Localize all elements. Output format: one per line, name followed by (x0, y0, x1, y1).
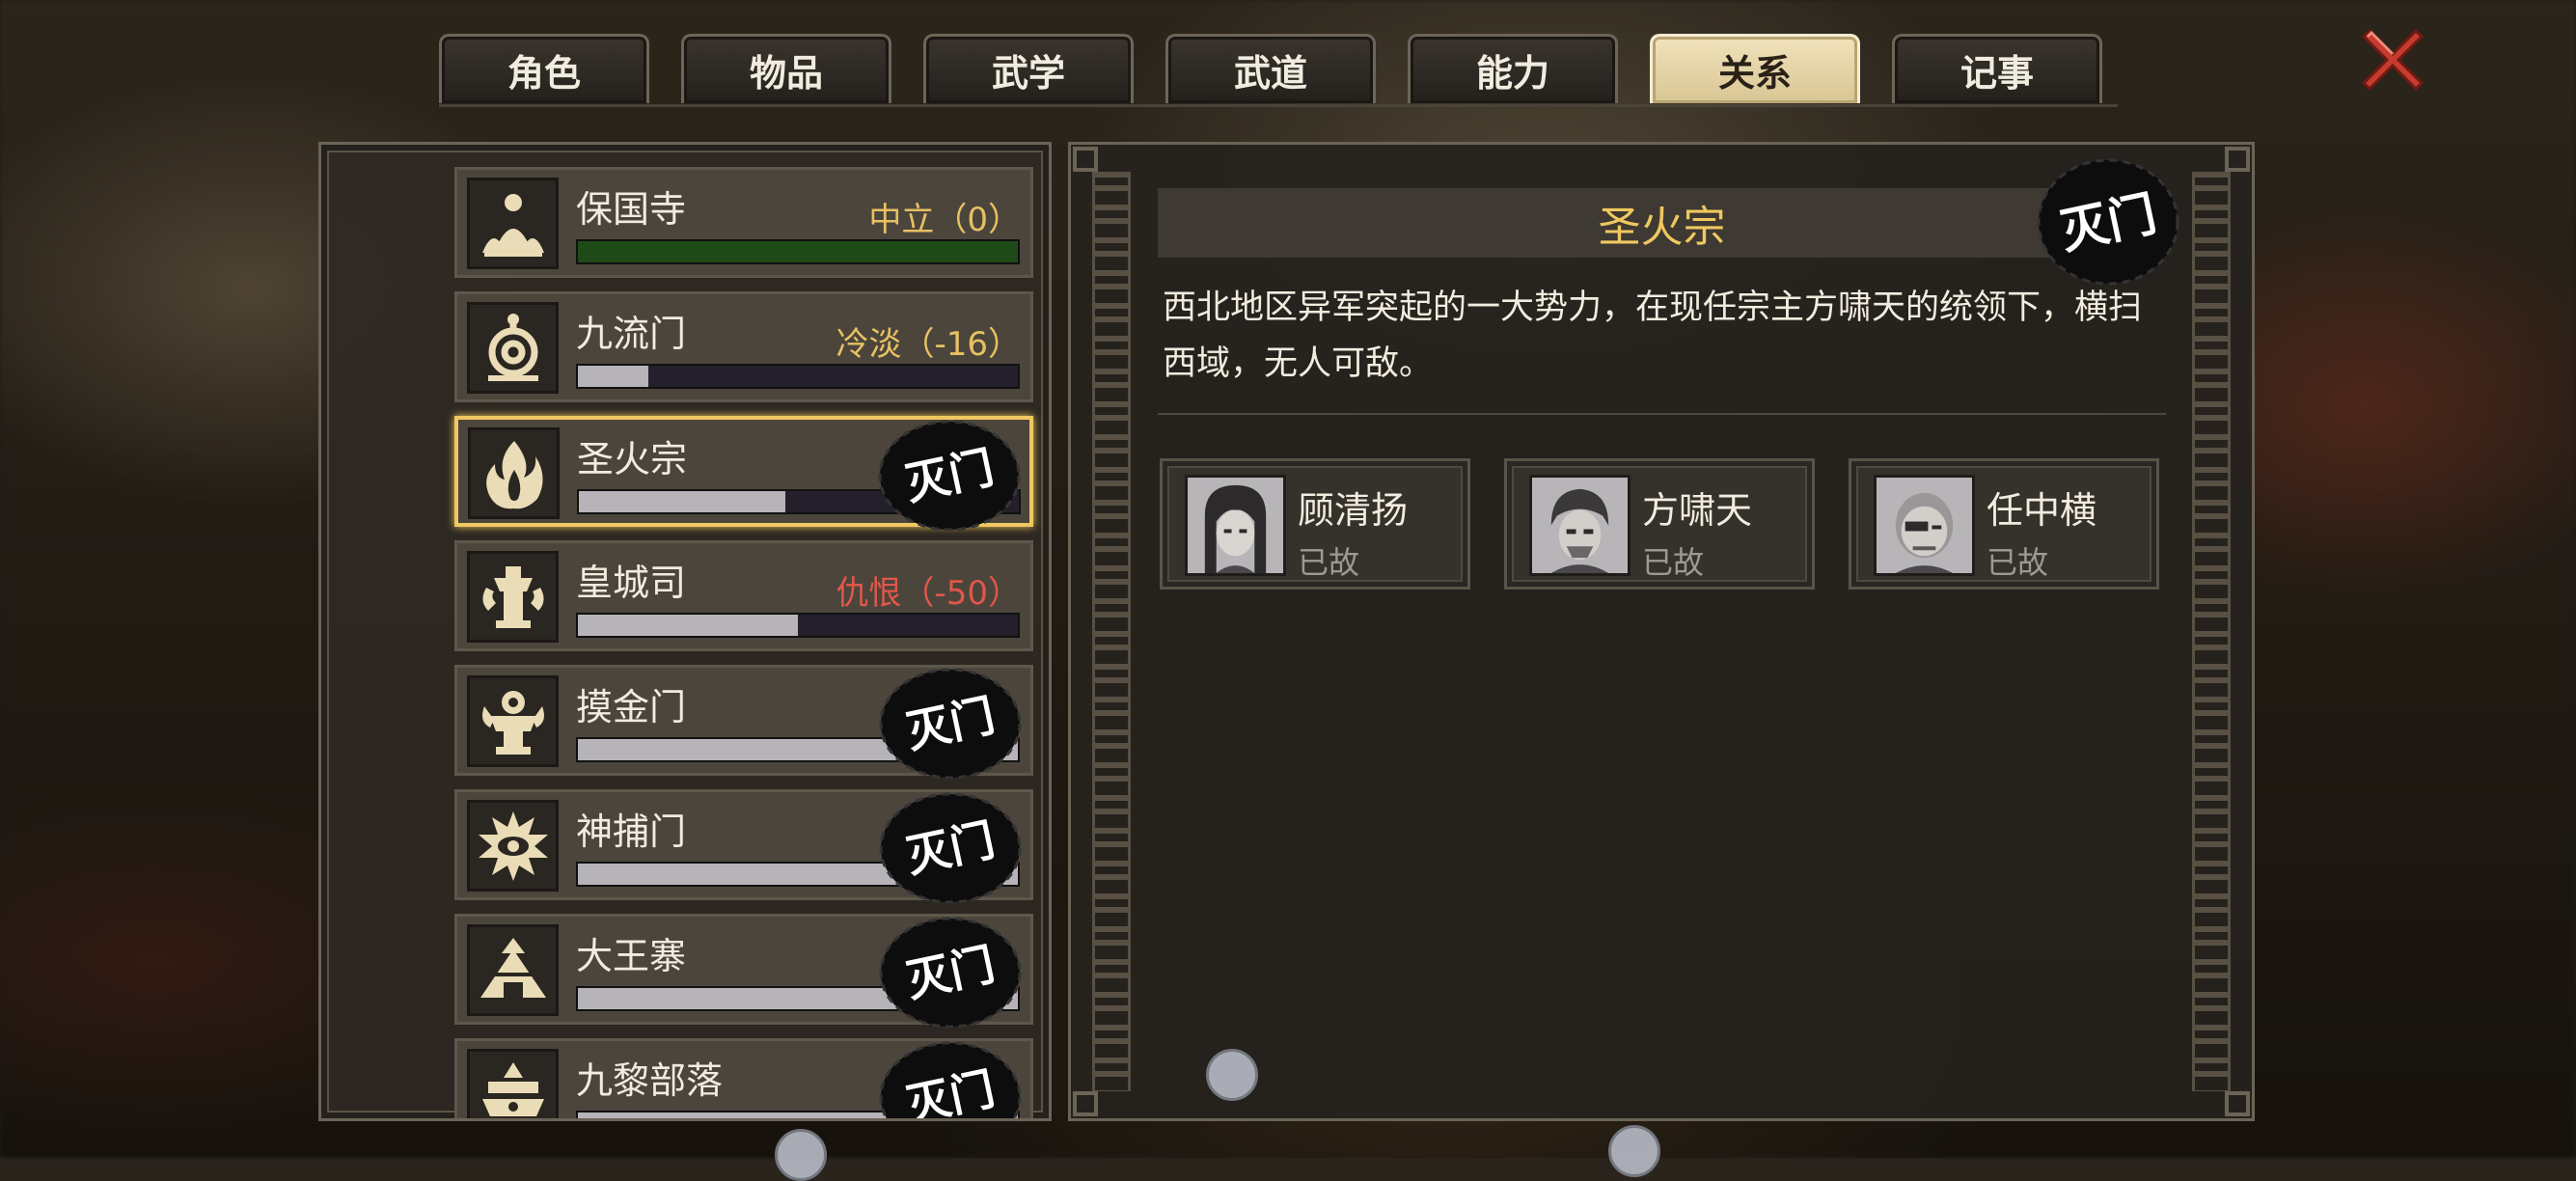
faction-row-jiuliumen[interactable]: 九流门 冷淡（-16） (454, 291, 1033, 402)
detail-title: 圣火宗 (1598, 203, 1726, 252)
corner-ornament (1073, 1091, 1098, 1116)
relation-bar (576, 364, 1020, 389)
destroyed-stamp: 灭门 (877, 420, 1022, 532)
faction-name: 皇城司 (576, 562, 687, 604)
destroyed-stamp: 灭门 (878, 917, 1023, 1029)
destroyed-stamp: 灭门 (878, 668, 1023, 780)
destroyed-stamp: 灭门 (878, 1041, 1023, 1118)
faction-row-shenbumen[interactable]: 神捕门 灭门 (454, 789, 1033, 904)
avatar (1874, 475, 1975, 576)
mountain-emblem-icon (467, 924, 559, 1016)
member-name: 方啸天 (1642, 489, 1753, 532)
tab-bar: 角色 物品 武学 武道 能力 关系 记事 (439, 34, 2102, 107)
faction-row-shenghuozong[interactable]: 圣火宗 灭门 (454, 416, 1033, 532)
member-status: 已故 (1987, 544, 2049, 581)
faction-name: 九流门 (576, 313, 687, 355)
close-icon (2361, 28, 2425, 92)
faction-description: 西北地区异军突起的一大势力，在现任宗主方啸天的统领下，横扫西域，无人可敌。 (1163, 288, 2143, 383)
member-card[interactable]: 顾清扬 已故 (1160, 458, 1470, 590)
lotus-emblem-icon (467, 178, 559, 269)
touch-indicator (775, 1129, 827, 1181)
right-border-ornament (2192, 172, 2231, 1091)
faction-status: 中立（0） (868, 201, 1021, 239)
member-card[interactable]: 任中横 已故 (1849, 458, 2159, 590)
divider (1158, 413, 2166, 415)
faction-name: 九黎部落 (576, 1059, 724, 1102)
faction-name: 圣火宗 (577, 438, 688, 481)
faction-row-baoguosi[interactable]: 保国寺 中立（0） (454, 167, 1033, 278)
corner-ornament (2225, 147, 2250, 172)
destroyed-stamp: 灭门 (878, 792, 1023, 904)
relation-bar-fill (578, 241, 1018, 262)
faction-detail-panel: 圣火宗 灭门 西北地区异军突起的一大势力，在现任宗主方啸天的统领下，横扫西域，无… (1068, 142, 2255, 1121)
tribal-emblem-icon (467, 1049, 559, 1118)
relation-bar (576, 239, 1020, 264)
eye-emblem-icon (467, 800, 559, 892)
tab-abilities[interactable]: 能力 (1408, 34, 1618, 103)
left-border-ornament (1092, 172, 1131, 1091)
faction-name: 保国寺 (576, 188, 687, 231)
member-name: 任中横 (1987, 489, 2097, 532)
destroyed-stamp: 灭门 (2031, 154, 2185, 289)
faction-name: 大王寨 (576, 935, 687, 977)
touch-indicator (1206, 1049, 1258, 1101)
tab-character[interactable]: 角色 (439, 34, 649, 103)
relation-bar (576, 613, 1020, 638)
member-status: 已故 (1298, 544, 1360, 581)
touch-indicator (1608, 1125, 1660, 1177)
swirl-emblem-icon (467, 302, 559, 394)
faction-row-mojinmen[interactable]: 摸金门 灭门 (454, 665, 1033, 780)
tab-items[interactable]: 物品 (681, 34, 891, 103)
tab-martial-arts[interactable]: 武学 (923, 34, 1134, 103)
corner-ornament (2225, 1091, 2250, 1116)
tab-journal[interactable]: 记事 (1892, 34, 2102, 103)
relation-bar-fill (578, 615, 798, 636)
faction-status: 冷淡（-16） (836, 325, 1021, 364)
relation-bar-fill (578, 366, 648, 387)
tab-martial-path[interactable]: 武道 (1165, 34, 1376, 103)
faction-status: 仇恨（-50） (836, 574, 1021, 613)
avatar (1529, 475, 1631, 576)
totem-emblem-icon (467, 551, 559, 643)
member-card[interactable]: 方啸天 已故 (1504, 458, 1815, 590)
detail-title-bar: 圣火宗 灭门 (1158, 158, 2179, 286)
faction-name: 摸金门 (576, 686, 687, 728)
faction-list-panel: 保国寺 中立（0） 九流门 冷淡（-16） 圣火宗 灭门 皇城司 仇恨（-50）… (318, 142, 1052, 1121)
tab-relations[interactable]: 关系 (1650, 34, 1860, 103)
tab-underline (439, 104, 2118, 107)
faction-row-jiulibuluo[interactable]: 九黎部落 灭门 (454, 1038, 1033, 1118)
faction-row-huangchengsi[interactable]: 皇城司 仇恨（-50） (454, 540, 1033, 651)
relation-bar-fill (579, 491, 786, 512)
member-list: 顾清扬 已故 方啸天 已故 任中横 已故 (1160, 458, 2159, 590)
faction-row-dawangzhai[interactable]: 大王寨 灭门 (454, 914, 1033, 1029)
faction-list: 保国寺 中立（0） 九流门 冷淡（-16） 圣火宗 灭门 皇城司 仇恨（-50）… (454, 167, 1033, 1118)
corner-ornament (1073, 147, 1098, 172)
member-status: 已故 (1642, 544, 1705, 581)
avatar (1185, 475, 1286, 576)
member-name: 顾清扬 (1298, 489, 1409, 532)
beast-emblem-icon (467, 675, 559, 767)
close-button[interactable] (2354, 21, 2431, 98)
flame-emblem-icon (468, 427, 560, 519)
faction-name: 神捕门 (576, 810, 687, 853)
